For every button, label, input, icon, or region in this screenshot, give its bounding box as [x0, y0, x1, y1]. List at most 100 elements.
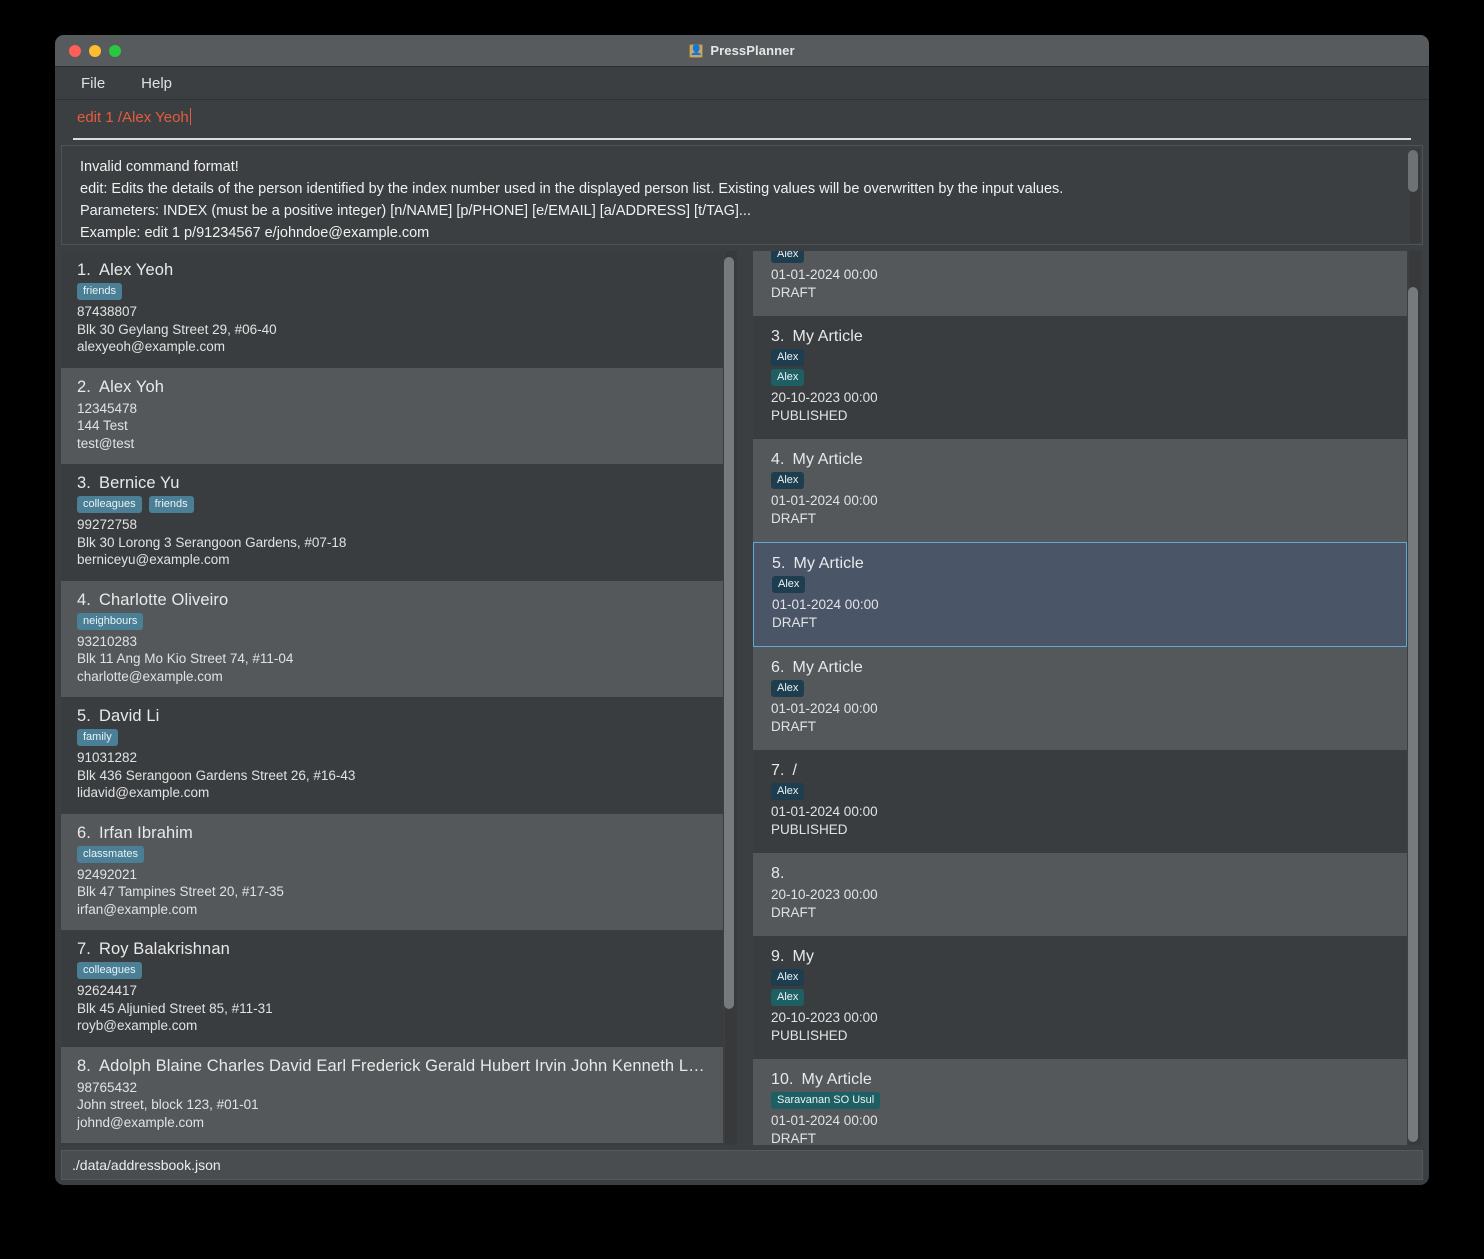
article-title: 5. My Article — [772, 555, 864, 572]
person-email: johnd@example.com — [77, 1114, 205, 1130]
person-address: Blk 45 Aljunied Street 85, #11-31 — [77, 1000, 273, 1016]
article-index: 5. — [772, 555, 786, 572]
window-title-group: 👤 PressPlanner — [55, 35, 1429, 66]
person-email: irfan@example.com — [77, 901, 198, 917]
article-tag-row: Alex — [771, 349, 1389, 366]
window-controls[interactable] — [69, 44, 121, 57]
article-card[interactable]: 7. / Alex 01-01-2024 00:00 PUBLISHED — [753, 750, 1407, 853]
article-card[interactable]: 10. My Article Saravanan SO Usul 01-01-2024… — [753, 1059, 1407, 1145]
article-tag-row: Alex — [771, 251, 1389, 263]
article-tag-row: Alex — [771, 783, 1389, 800]
person-list-scrollbar-track[interactable] — [724, 251, 737, 1145]
person-index: 1. — [77, 261, 91, 279]
article-datetime: 01-01-2024 00:00 — [771, 804, 878, 819]
article-card[interactable]: 8. 20-10-2023 00:00 DRAFT — [753, 853, 1407, 936]
article-card[interactable]: 2.My ArticleAlex01-01-2024 00:00DRAFT — [753, 251, 1407, 316]
article-tag: Alex — [771, 369, 805, 386]
article-tag: Alex — [772, 576, 806, 593]
person-index: 3. — [77, 474, 91, 492]
person-card[interactable]: 4. Charlotte Oliveiro neighbours 93210283 Bl… — [61, 580, 723, 697]
person-index: 8. — [77, 1056, 91, 1075]
article-list[interactable]: 2.My ArticleAlex01-01-2024 00:00DRAFT3.M… — [753, 251, 1407, 1145]
person-list[interactable]: 1. Alex Yeoh friends 87438807 Blk 30 Geylang… — [61, 251, 723, 1145]
person-phone: 87438807 — [77, 304, 138, 319]
menu-item-file[interactable]: File — [77, 72, 109, 95]
person-name: 1. Alex Yeoh — [77, 261, 174, 279]
article-card[interactable]: 3. My Article Alex Alex 20-10-2023 00:00 PUBL… — [753, 316, 1407, 439]
article-status: DRAFT — [771, 905, 816, 920]
person-email: berniceyu@example.com — [77, 552, 230, 567]
person-tag-row: friends — [77, 283, 707, 300]
article-index: 3. — [771, 328, 785, 345]
article-index: 9. — [771, 948, 785, 965]
person-card[interactable]: 3. Bernice Yu colleagues friends 99272758 Blk… — [61, 464, 723, 581]
article-datetime: 20-10-2023 00:00 — [771, 1010, 878, 1025]
person-phone: 98765432 — [77, 1079, 138, 1095]
article-tag-row: Alex — [771, 472, 1389, 489]
article-card[interactable]: 9. My Alex Alex 20-10-2023 00:00 PUBLISHED — [753, 936, 1407, 1059]
command-input-underline: edit 1 /Alex Yeoh — [73, 100, 1411, 140]
person-tag: friends — [77, 283, 123, 300]
command-input[interactable]: edit 1 /Alex Yeoh — [73, 109, 189, 126]
desktop-background: 👤 PressPlanner File Help edit 1 /Alex Ye… — [0, 0, 1484, 1259]
person-tag-row: family — [77, 729, 707, 746]
person-card[interactable]: 2. Alex Yoh 12345478 144 Test test@test — [61, 367, 723, 464]
person-card[interactable]: 8. Adolph Blaine Charles David Earl Frede… — [61, 1046, 723, 1143]
person-card[interactable]: 9.Alice98765222 — [61, 1143, 723, 1145]
pane-divider[interactable] — [739, 251, 753, 1145]
person-address: Blk 11 Ang Mo Kio Street 74, #11-04 — [77, 651, 294, 666]
close-window-button[interactable] — [69, 44, 81, 57]
article-title: 8. — [771, 865, 1389, 883]
article-status: DRAFT — [771, 511, 816, 526]
person-address: John street, block 123, #01-01 — [77, 1097, 259, 1112]
article-list-panel: 2.My ArticleAlex01-01-2024 00:00DRAFT3.M… — [753, 251, 1423, 1145]
person-name: 7. Roy Balakrishnan — [77, 940, 230, 958]
person-list-scrollbar-thumb[interactable] — [724, 257, 734, 1009]
person-tag: family — [77, 729, 118, 746]
menu-item-help[interactable]: Help — [137, 72, 176, 95]
app-window: 👤 PressPlanner File Help edit 1 /Alex Ye… — [55, 35, 1429, 1185]
article-title: 4. My Article — [771, 451, 863, 468]
person-card[interactable]: 1. Alex Yeoh friends 87438807 Blk 30 Geylang… — [61, 251, 723, 368]
maximize-window-button[interactable] — [109, 44, 121, 57]
person-phone: 99272758 — [77, 517, 138, 532]
article-index: 10. — [771, 1071, 794, 1088]
article-tag: Alex — [771, 251, 805, 263]
person-email: alexyeoh@example.com — [77, 339, 226, 354]
article-tag: Alex — [771, 680, 805, 697]
article-tag-row: Alex — [771, 989, 1389, 1006]
person-name: 5. David Li — [77, 707, 160, 725]
person-address: Blk 436 Serangoon Gardens Street 26, #16… — [77, 767, 356, 783]
person-index: 5. — [77, 707, 91, 725]
article-datetime: 01-01-2024 00:00 — [771, 1113, 878, 1128]
person-tag: neighbours — [77, 612, 144, 630]
result-display-text: Invalid command format! edit: Edits the … — [80, 159, 1064, 241]
person-index: 7. — [77, 940, 91, 958]
main-split-panes: 1. Alex Yeoh friends 87438807 Blk 30 Geylang… — [55, 245, 1429, 1145]
person-name: 2. Alex Yoh — [77, 377, 164, 396]
person-card[interactable]: 6. Irfan Ibrahim classmates 92492021 Blk 47 … — [61, 813, 723, 930]
text-caret — [189, 108, 191, 125]
command-box[interactable]: edit 1 /Alex Yeoh — [55, 100, 1429, 140]
person-name: 6. Irfan Ibrahim — [77, 823, 193, 842]
article-list-scrollbar-thumb[interactable] — [1408, 287, 1418, 1142]
person-phone: 12345478 — [77, 400, 138, 416]
person-card[interactable]: 7. Roy Balakrishnan colleagues 92624417 Blk … — [61, 930, 723, 1047]
person-card[interactable]: 5. David Li family 91031282 Blk 436 Serangoo… — [61, 697, 723, 814]
article-tag: Alex — [771, 989, 805, 1006]
result-scrollbar-track[interactable] — [1408, 149, 1420, 243]
result-display-panel: Invalid command format! edit: Edits the … — [61, 145, 1423, 245]
article-tag-row: Alex — [771, 369, 1389, 386]
article-datetime: 01-01-2024 00:00 — [772, 597, 879, 612]
article-card[interactable]: 6. My Article Alex 01-01-2024 00:00 DRAFT — [753, 647, 1407, 750]
minimize-window-button[interactable] — [89, 44, 101, 57]
result-scrollbar-thumb[interactable] — [1408, 150, 1418, 192]
person-tag: classmates — [77, 845, 145, 863]
article-list-scrollbar-track[interactable] — [1408, 251, 1421, 1145]
article-card-selected[interactable]: 5. My Article Alex 01-01-2024 00:00 DRAFT — [753, 542, 1407, 647]
article-card[interactable]: 4. My Article Alex 01-01-2024 00:00 DRAFT — [753, 439, 1407, 542]
person-tag: colleagues — [77, 496, 142, 513]
person-email: lidavid@example.com — [77, 785, 210, 800]
person-tag-row: classmates — [77, 845, 707, 863]
article-status: DRAFT — [771, 285, 816, 300]
